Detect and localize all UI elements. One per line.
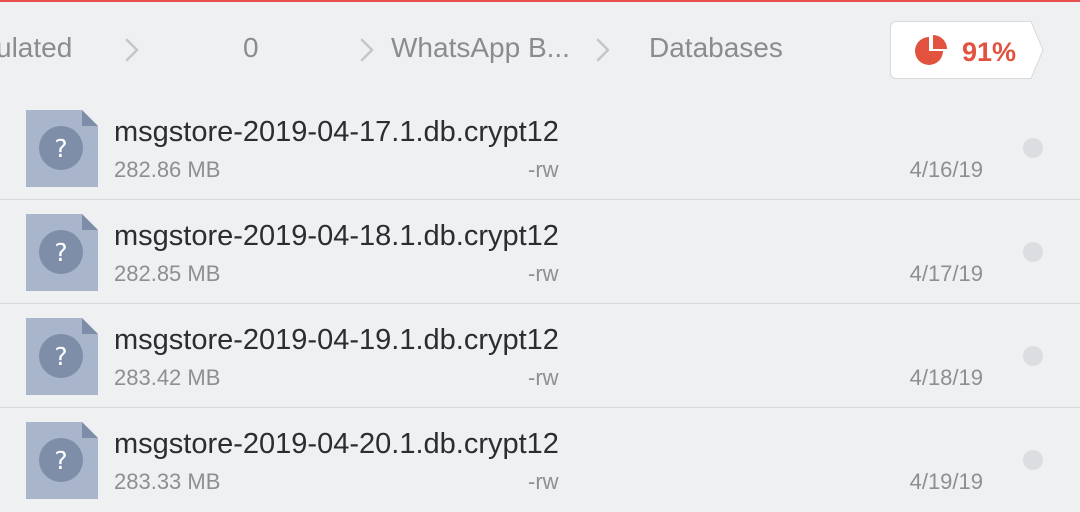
list-item[interactable]: ? msgstore-2019-04-18.1.db.crypt12 282.8… — [0, 200, 1080, 304]
storage-percent: 91% — [962, 37, 1017, 67]
file-permissions: -rw — [528, 365, 559, 390]
select-checkbox[interactable] — [1023, 346, 1043, 366]
badge-arrow-tip — [1027, 21, 1044, 79]
file-name: msgstore-2019-04-20.1.db.crypt12 — [114, 428, 559, 460]
file-size: 282.86 MB — [114, 157, 221, 182]
chevron-right-icon — [356, 36, 378, 64]
file-date: 4/19/19 — [909, 469, 983, 494]
breadcrumb: ulated 0 WhatsApp B... Databases 91% — [0, 2, 1080, 96]
select-checkbox[interactable] — [1023, 138, 1043, 158]
file-permissions: -rw — [528, 157, 559, 182]
unknown-file-icon: ? — [26, 110, 98, 187]
svg-text:?: ? — [54, 238, 67, 267]
file-permissions: -rw — [528, 469, 559, 494]
pie-chart-icon — [913, 33, 949, 69]
file-date: 4/18/19 — [909, 365, 983, 390]
storage-usage-button[interactable]: 91% — [890, 21, 1044, 79]
breadcrumb-item-0[interactable]: 0 — [243, 30, 259, 66]
svg-text:?: ? — [54, 342, 67, 371]
breadcrumb-item-emulated[interactable]: ulated — [0, 30, 72, 66]
select-checkbox[interactable] — [1023, 242, 1043, 262]
file-name: msgstore-2019-04-18.1.db.crypt12 — [114, 220, 559, 252]
list-item[interactable]: ? msgstore-2019-04-17.1.db.crypt12 282.8… — [0, 96, 1080, 200]
breadcrumb-item-whatsapp-backup[interactable]: WhatsApp B... — [391, 30, 570, 66]
svg-text:?: ? — [54, 446, 67, 475]
chevron-right-icon — [121, 36, 143, 64]
breadcrumb-item-databases[interactable]: Databases — [649, 30, 783, 66]
file-date: 4/17/19 — [909, 261, 983, 286]
chevron-right-icon — [592, 36, 614, 64]
file-date: 4/16/19 — [909, 157, 983, 182]
file-permissions: -rw — [528, 261, 559, 286]
file-list: ? msgstore-2019-04-17.1.db.crypt12 282.8… — [0, 96, 1080, 512]
list-item[interactable]: ? msgstore-2019-04-19.1.db.crypt12 283.4… — [0, 304, 1080, 408]
unknown-file-icon: ? — [26, 214, 98, 291]
unknown-file-icon: ? — [26, 422, 98, 499]
svg-text:?: ? — [54, 134, 67, 163]
file-name: msgstore-2019-04-17.1.db.crypt12 — [114, 116, 559, 148]
file-size: 283.33 MB — [114, 469, 221, 494]
unknown-file-icon: ? — [26, 318, 98, 395]
select-checkbox[interactable] — [1023, 450, 1043, 470]
file-name: msgstore-2019-04-19.1.db.crypt12 — [114, 324, 559, 356]
list-item[interactable]: ? msgstore-2019-04-20.1.db.crypt12 283.3… — [0, 408, 1080, 512]
file-size: 282.85 MB — [114, 261, 221, 286]
file-size: 283.42 MB — [114, 365, 221, 390]
